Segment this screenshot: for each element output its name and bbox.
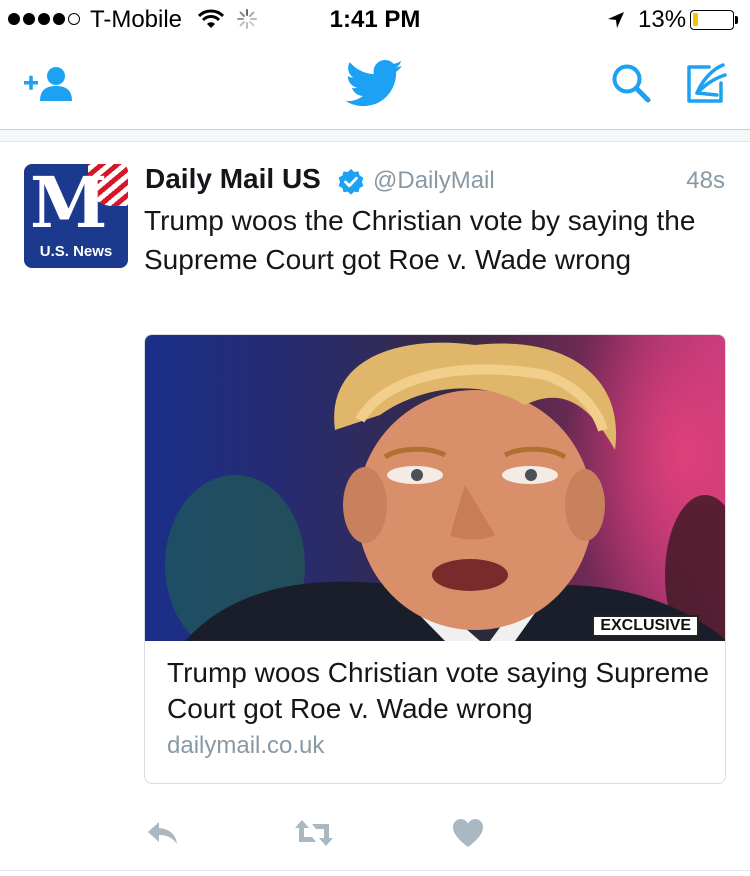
battery-nub (735, 16, 738, 24)
tweet-header: Daily Mail US @DailyMail 48s (145, 163, 725, 199)
add-user-icon[interactable] (22, 64, 78, 109)
portrait-photo (165, 342, 725, 641)
card-domain[interactable]: dailymail.co.uk (167, 732, 324, 760)
compose-icon[interactable] (683, 61, 729, 112)
tweet[interactable]: M U.S. News Daily Mail US @DailyMail 48s… (0, 143, 750, 876)
card-image: EXCLUSIVE (145, 335, 725, 641)
card-title[interactable]: Trump woos Christian vote saying Supreme… (167, 655, 712, 727)
search-icon[interactable] (610, 62, 654, 111)
link-card[interactable]: EXCLUSIVE Trump woos Christian vote sayi… (144, 334, 726, 784)
reply-icon[interactable] (146, 818, 180, 853)
exclusive-badge: EXCLUSIVE (592, 615, 699, 637)
battery-percent: 13% (638, 6, 687, 33)
tweet-divider (0, 870, 750, 871)
verified-badge-icon (337, 168, 365, 201)
battery-level (693, 13, 698, 26)
avatar-logo: M (30, 164, 107, 244)
avatar[interactable]: M U.S. News (24, 164, 128, 268)
tweet-timestamp[interactable]: 48s (686, 167, 725, 195)
avatar-caption: U.S. News (39, 243, 113, 260)
twitter-bird-icon[interactable] (345, 60, 404, 113)
retweet-icon[interactable] (294, 818, 334, 853)
user-handle[interactable]: @DailyMail (373, 167, 495, 195)
location-arrow-icon (606, 10, 626, 35)
status-bar: T-Mobile 1:41 PM 13% (0, 0, 750, 40)
timeline-separator (0, 130, 750, 142)
like-icon[interactable] (452, 818, 484, 853)
tweet-actions (144, 818, 734, 854)
top-nav-bar (0, 40, 750, 130)
tweet-text: Trump woos the Christian vote by saying … (144, 205, 696, 275)
battery-icon (690, 10, 734, 30)
display-name[interactable]: Daily Mail US (145, 163, 321, 195)
